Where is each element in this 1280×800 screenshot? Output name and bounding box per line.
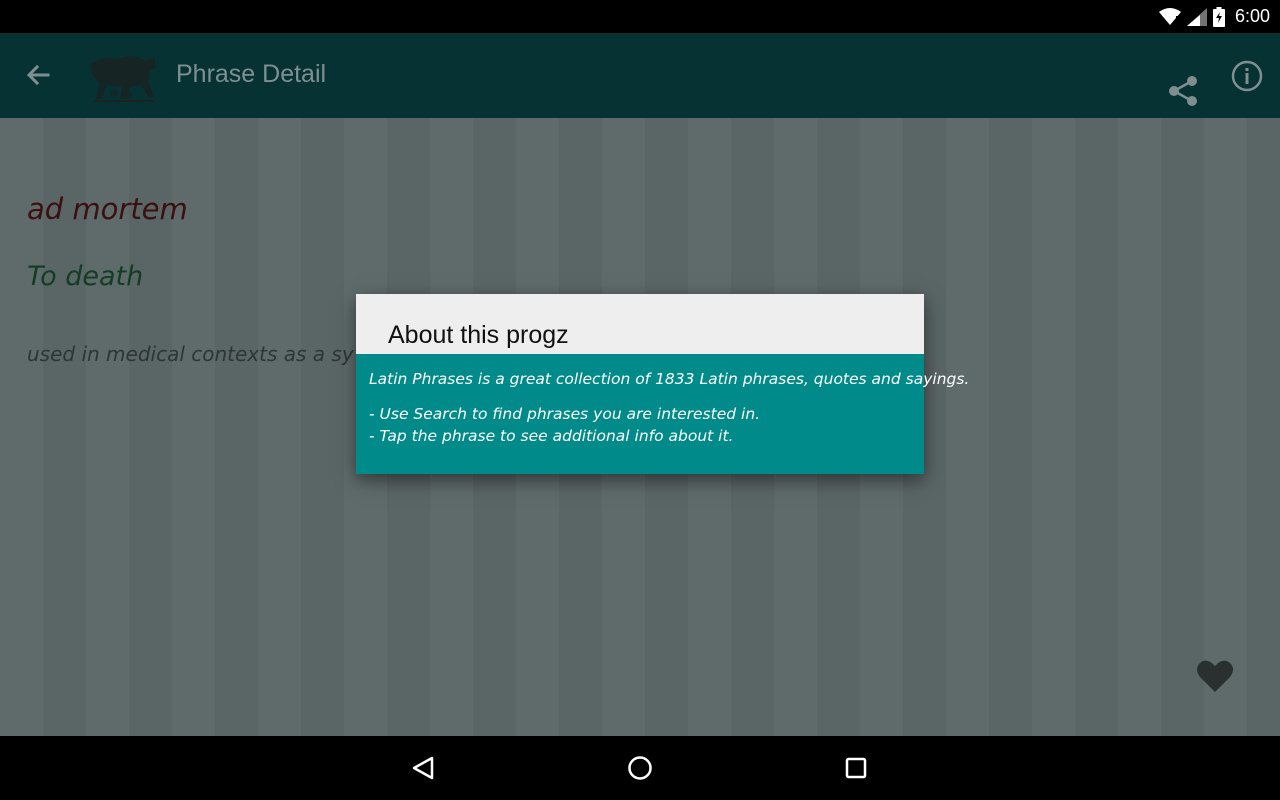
battery-charging-icon	[1212, 6, 1225, 27]
page-title: Phrase Detail	[176, 60, 327, 88]
dialog-tip-tap: - Tap the phrase to see additional info …	[369, 427, 734, 445]
about-dialog[interactable]: About this progz Latin Phrases is a grea…	[356, 294, 969, 474]
dialog-title: About this progz	[388, 321, 569, 349]
back-triangle-icon[interactable]	[410, 754, 438, 782]
dialog-description: Latin Phrases is a great collection of 1…	[369, 370, 970, 388]
phrase-translation: To death	[27, 261, 144, 292]
home-circle-icon[interactable]	[626, 754, 654, 782]
status-time: 6:00	[1234, 6, 1270, 26]
arrow-back-icon[interactable]	[22, 59, 54, 91]
dialog-header: About this progz	[356, 294, 924, 354]
app-bar: Phrase Detail	[0, 33, 1280, 118]
she-wolf-logo	[90, 56, 156, 102]
dialog-body: Latin Phrases is a great collection of 1…	[356, 354, 969, 474]
phrase-note: used in medical contexts as a sy	[27, 342, 354, 366]
latin-phrase: ad mortem	[27, 192, 188, 226]
info-icon[interactable]	[1230, 59, 1264, 93]
status-icons: 6:00	[1158, 0, 1270, 33]
recents-square-icon[interactable]	[842, 754, 870, 782]
dialog-tip-search: - Use Search to find phrases you are int…	[369, 405, 761, 423]
status-bar: 6:00	[0, 0, 1280, 33]
wifi-icon	[1158, 7, 1181, 25]
heart-icon[interactable]	[1196, 658, 1234, 694]
share-icon[interactable]	[1166, 74, 1200, 108]
navigation-bar	[0, 736, 1280, 800]
signal-icon	[1186, 7, 1207, 26]
